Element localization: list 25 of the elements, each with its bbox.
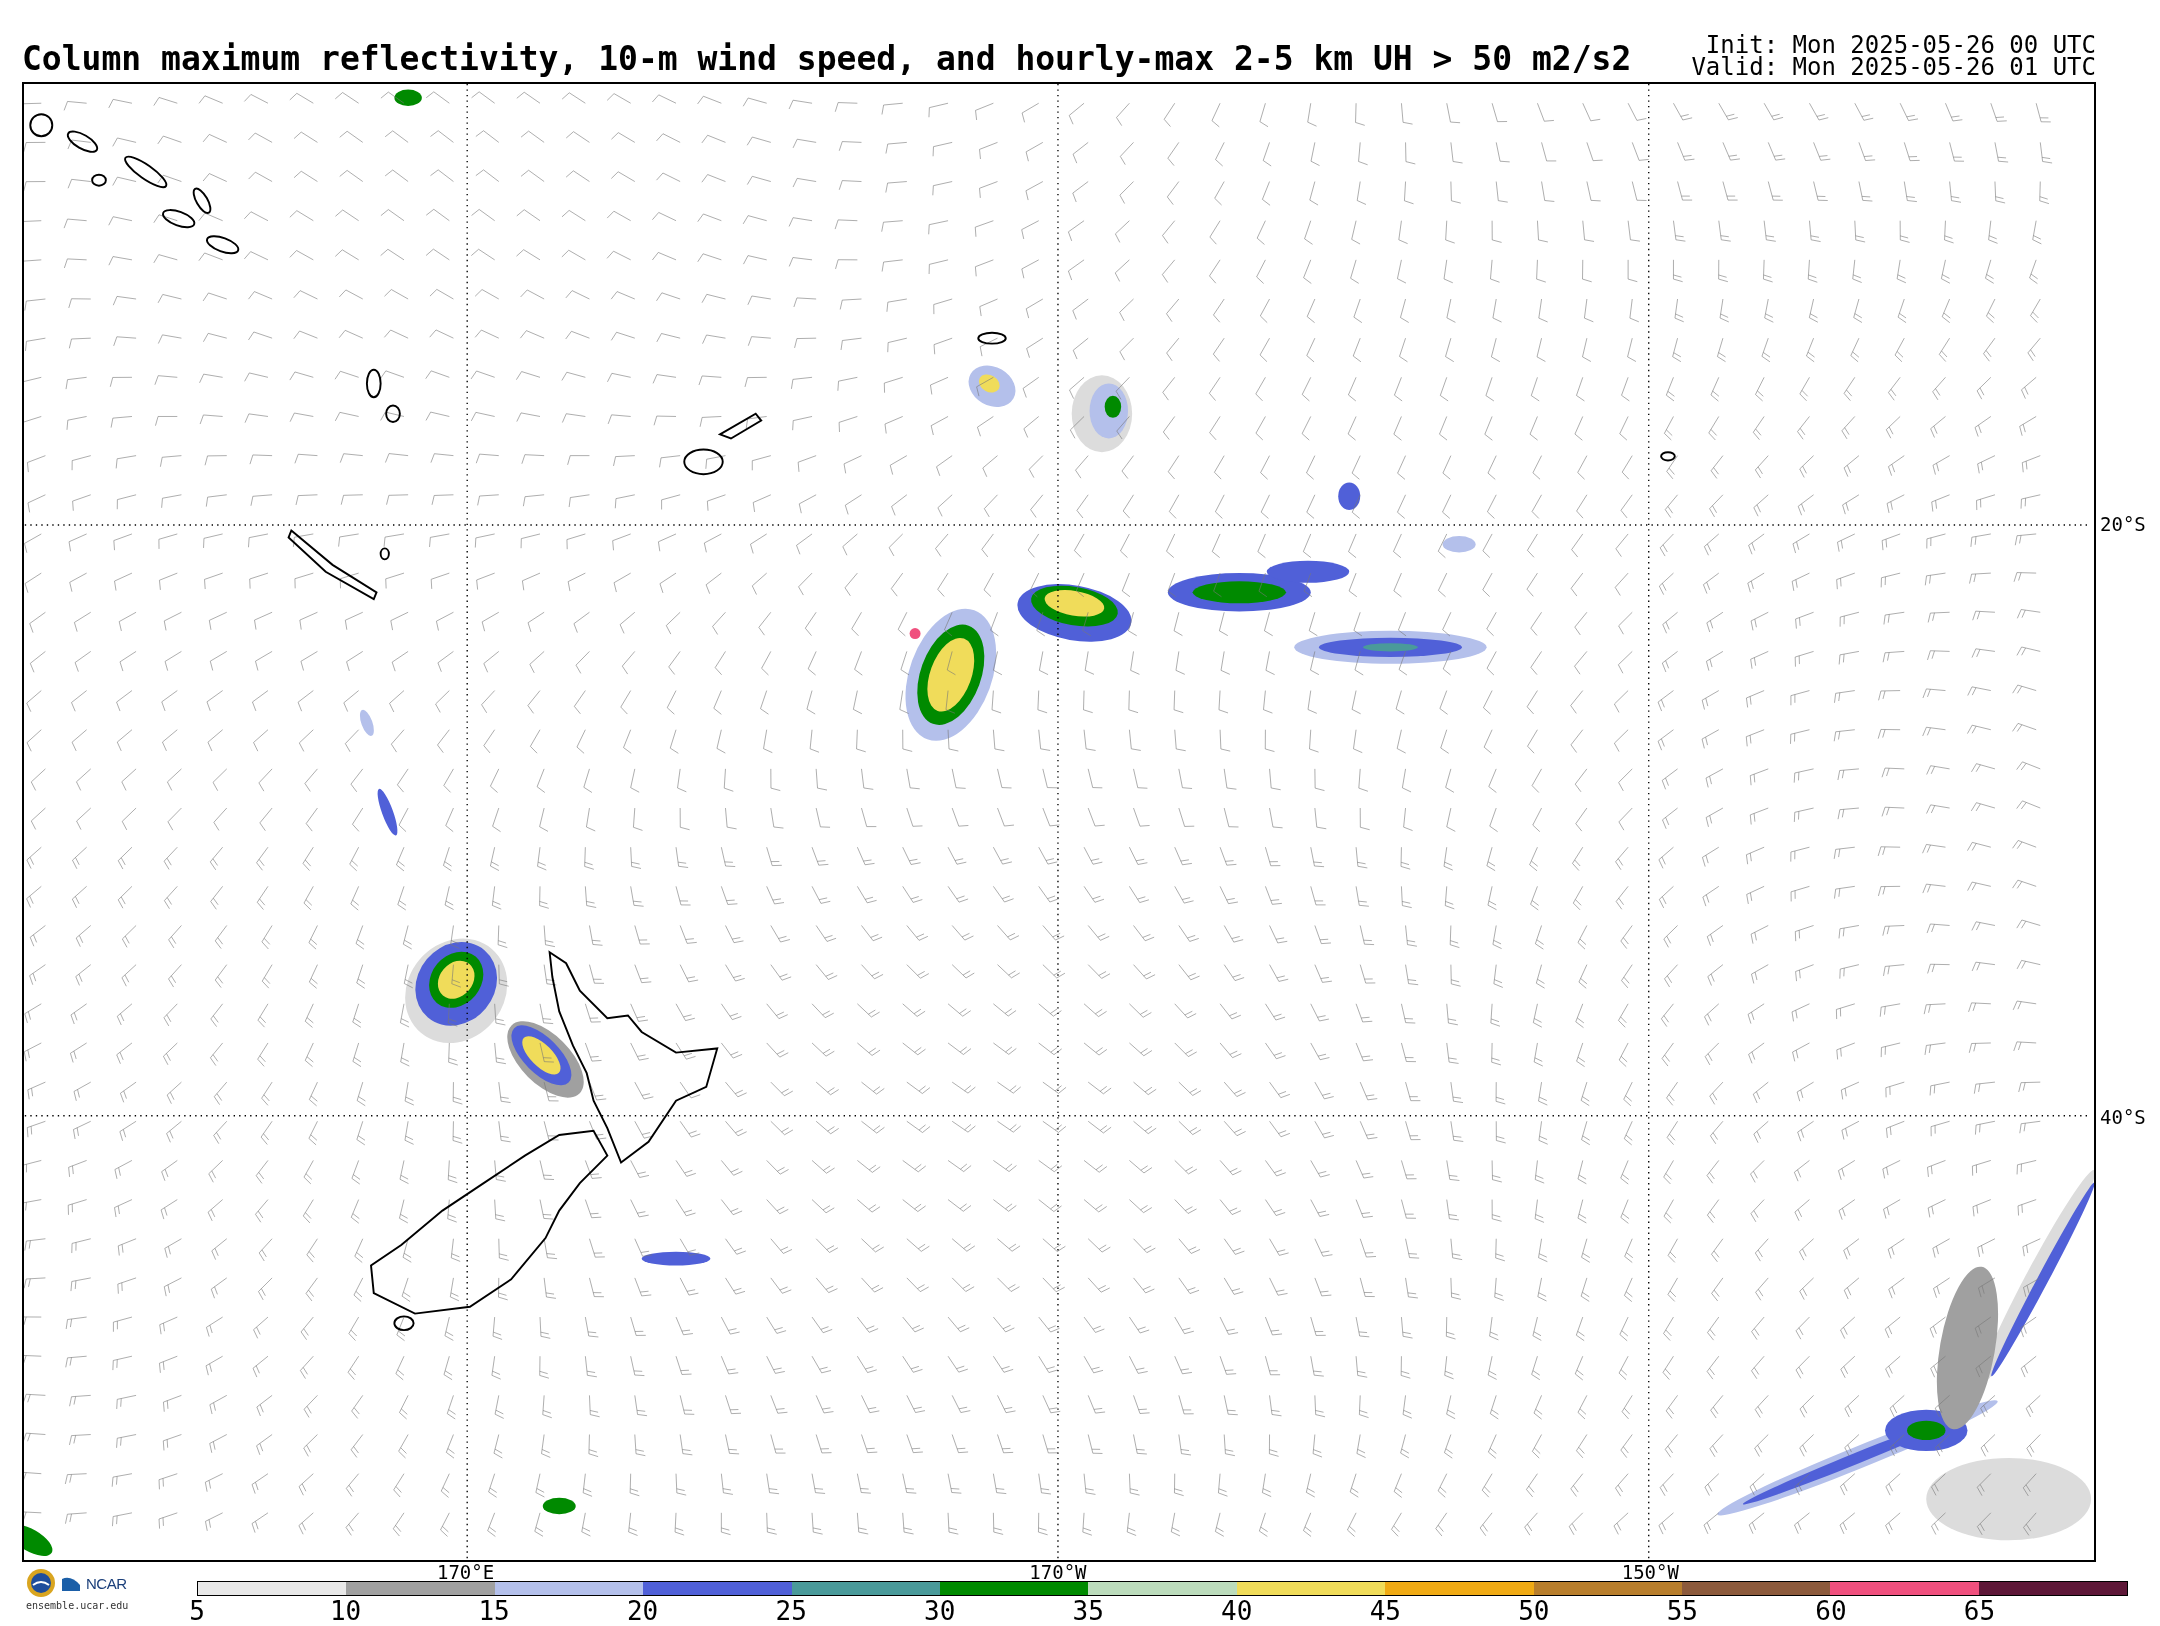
scale-tick-label: 20 xyxy=(626,1596,659,1626)
scale-tick-label: 5 xyxy=(189,1596,205,1626)
run-time-label: Init: Mon 2025-05-26 00 UTC xyxy=(1705,34,2096,56)
scale-tick-label: 35 xyxy=(1072,1596,1104,1626)
longitude-label: 170°E xyxy=(437,1562,495,1582)
scale-tick-label: 55 xyxy=(1666,1596,1699,1626)
latitude-label: 20°S xyxy=(2100,514,2146,535)
longitude-label: 170°W xyxy=(1029,1562,1087,1582)
scale-tick-label: 15 xyxy=(478,1596,510,1626)
scale-tick-label: 25 xyxy=(775,1596,807,1626)
chart-title: Column maximum reflectivity, 10-m wind speed, and hourly-max 2-5 km UH > 50 m2/s2 xyxy=(22,39,1632,78)
scale-tick-label: 65 xyxy=(1963,1596,1996,1626)
scale-tick-label: 10 xyxy=(329,1596,362,1626)
scale-tick-label: 60 xyxy=(1815,1596,1847,1626)
website-url: ensemble.ucar.edu xyxy=(26,1600,130,1611)
longitude-label: 150°W xyxy=(1621,1562,1679,1582)
scale-tick-label: 50 xyxy=(1518,1596,1550,1626)
run-time-label: Valid: Mon 2025-05-26 01 UTC xyxy=(1691,56,2096,78)
wave-logo-icon xyxy=(62,1575,80,1591)
scale-tick-label: 45 xyxy=(1369,1596,1401,1626)
seal-logo-icon xyxy=(26,1568,56,1598)
scale-tick-label: 40 xyxy=(1221,1596,1253,1626)
scale-tick-label: 30 xyxy=(924,1596,956,1626)
latitude-label: 40°S xyxy=(2100,1106,2146,1127)
logo-text: NCAR xyxy=(86,1574,127,1592)
